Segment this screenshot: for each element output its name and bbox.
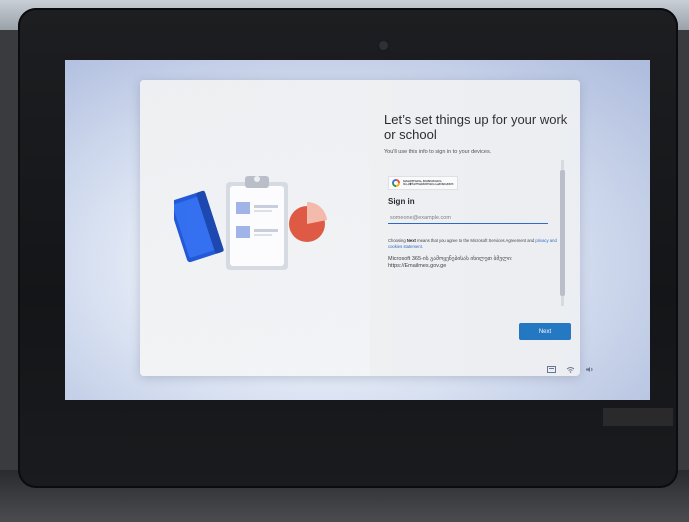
portal-note: Microsoft 365-ის გამოყენებისას იხილეთ ბმ… bbox=[388, 256, 560, 270]
volume-icon[interactable] bbox=[585, 366, 594, 373]
email-input[interactable] bbox=[388, 212, 548, 224]
scrollbar-thumb[interactable] bbox=[560, 170, 565, 296]
organization-emblem-icon bbox=[392, 179, 400, 187]
pie-chart-icon bbox=[289, 201, 327, 242]
organization-logo: ᲒᲐᲜᲐᲗᲚᲔᲑᲘᲡ, ᲛᲔᲪᲜᲘᲔᲠᲔᲑᲘᲡ ᲓᲐ Ა�®ᲐᲚᲒᲐᲖᲠᲓᲝᲑᲘ… bbox=[388, 176, 458, 190]
clipboard-icon bbox=[226, 176, 288, 270]
setup-dialog: Let’s set things up for your work or sch… bbox=[140, 80, 580, 376]
accessibility-icon[interactable] bbox=[547, 366, 556, 373]
webcam bbox=[379, 41, 388, 50]
scrollbar[interactable] bbox=[560, 160, 565, 306]
laptop-screen: Let’s set things up for your work or sch… bbox=[65, 60, 650, 400]
portal-note-text: Microsoft 365-ის გამოყენებისას იხილეთ ბმ… bbox=[388, 256, 513, 262]
signin-scroll-area[interactable]: ᲒᲐᲜᲐᲗᲚᲔᲑᲘᲡ, ᲛᲔᲪᲜᲘᲔᲠᲔᲑᲘᲡ ᲓᲐ Ა�®ᲐᲚᲒᲐᲖᲠᲓᲝᲑᲘ… bbox=[380, 162, 560, 302]
organization-name-line: ᲓᲐ Ა�®ᲐᲚᲒᲐᲖᲠᲓᲝᲑᲘᲡ ᲡᲐᲛᲘᲜᲘᲡᲢᲠᲝ bbox=[403, 183, 454, 186]
setup-clipboard-illustration bbox=[174, 176, 327, 270]
next-button[interactable]: Next bbox=[519, 323, 571, 340]
portal-url-text: https://Emailmes.gov.ge bbox=[388, 263, 447, 269]
blue-folder-icon bbox=[174, 190, 224, 263]
system-tray bbox=[547, 366, 594, 373]
network-icon[interactable] bbox=[566, 366, 575, 373]
page-subtitle: You'll use this info to sign in to your … bbox=[384, 149, 492, 155]
page-title: Let’s set things up for your work or sch… bbox=[384, 112, 568, 142]
terms-text: Choosing Next means that you agree to th… bbox=[388, 238, 557, 249]
laptop-brand-badge bbox=[603, 408, 673, 426]
signin-heading: Sign in bbox=[388, 197, 415, 206]
